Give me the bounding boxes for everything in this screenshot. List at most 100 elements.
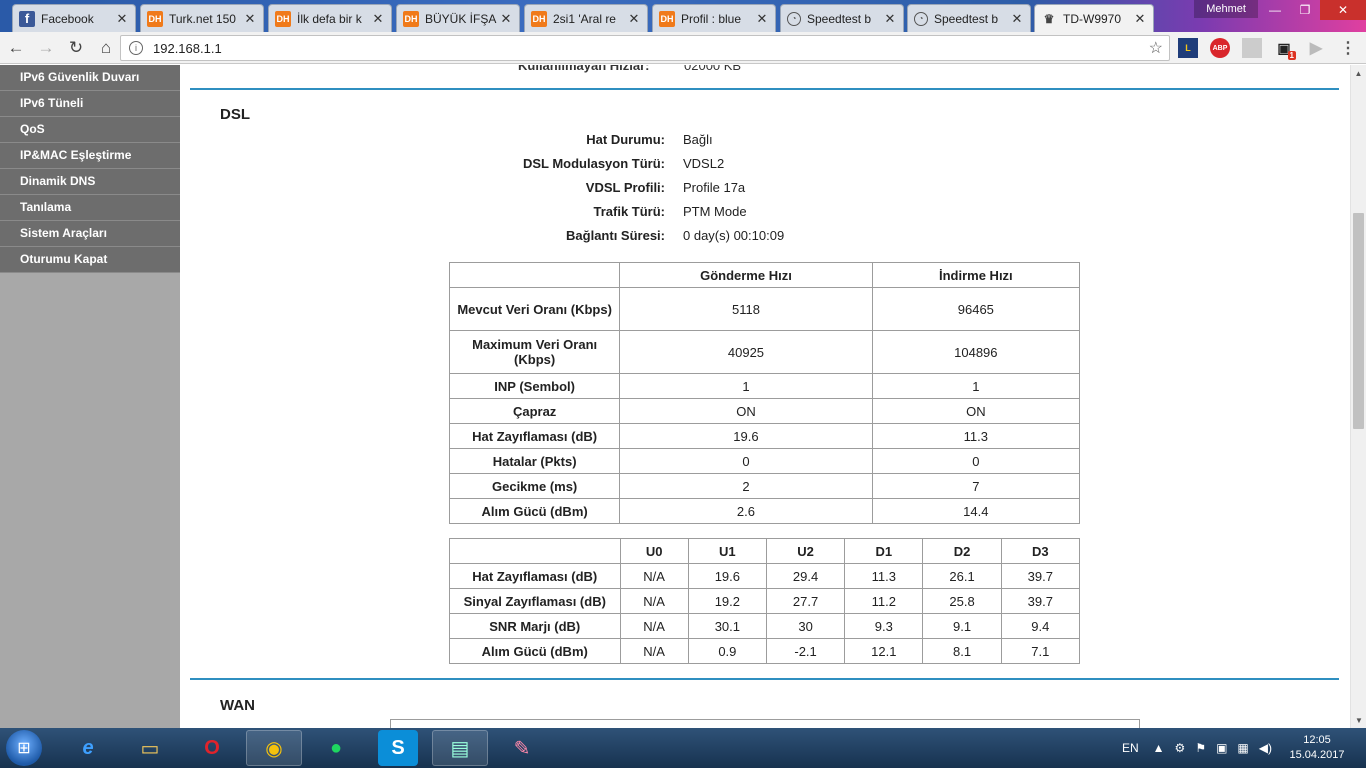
row-label: Hat Zayıflaması (dB) [449, 563, 621, 589]
sidebar-item[interactable]: IPv6 Güvenlik Duvarı [0, 65, 180, 91]
band-cell: -2.1 [765, 638, 846, 664]
dsl-section-title: DSL [220, 106, 250, 123]
tab-close-icon[interactable]: ✕ [1133, 11, 1147, 27]
profile-user-button[interactable]: Mehmet [1194, 0, 1258, 18]
sidebar-item[interactable]: Dinamik DNS [0, 169, 180, 195]
band-cell: 29.4 [765, 563, 846, 589]
tab-close-icon[interactable]: ✕ [371, 11, 385, 27]
column-header: D1 [844, 538, 924, 564]
site-info-icon[interactable]: i [129, 41, 143, 55]
browser-tab[interactable]: DH Turk.net 150 ✕ [140, 4, 264, 32]
band-cell: 30.1 [687, 613, 767, 639]
minimize-button[interactable]: — [1260, 0, 1290, 20]
browser-tab[interactable]: DH BÜYÜK İFŞA ✕ [396, 4, 520, 32]
browser-tab[interactable]: DH Profil : blue ✕ [652, 4, 776, 32]
close-window-button[interactable]: ✕ [1320, 0, 1366, 20]
tab-close-icon[interactable]: ✕ [499, 11, 513, 27]
clock[interactable]: 12:05 15.04.2017 [1282, 733, 1352, 763]
opera-icon[interactable]: O [184, 730, 240, 766]
sidebar-item[interactable]: Sistem Araçları [0, 221, 180, 247]
network-icon[interactable]: ▦ [1237, 741, 1248, 755]
band-cell: 39.7 [1000, 563, 1081, 589]
field-label: Hat Durumu: [586, 132, 665, 147]
back-button[interactable]: ← [2, 34, 30, 62]
dsl-field-row: Hat Durumu: Bağlı [180, 128, 1350, 152]
internet-explorer-icon[interactable]: e [60, 730, 116, 766]
band-cell: 19.6 [687, 563, 767, 589]
band-cell: 8.1 [922, 638, 1002, 664]
browser-tab[interactable]: DH 2si1 'Aral re ✕ [524, 4, 648, 32]
browser-tab[interactable]: ◔ Speedtest b ✕ [780, 4, 904, 32]
clock-date: 15.04.2017 [1289, 749, 1345, 761]
tab-close-icon[interactable]: ✕ [755, 11, 769, 27]
tab-close-icon[interactable]: ✕ [243, 11, 257, 27]
cell-up: 19.6 [619, 423, 873, 449]
tab-close-icon[interactable]: ✕ [1010, 11, 1024, 27]
sidebar-item[interactable]: QoS [0, 117, 180, 143]
skype-icon[interactable]: S [378, 730, 418, 766]
wan-section-title: WAN [220, 697, 255, 714]
tab-title: 2si1 'Aral re [553, 11, 616, 26]
system-tray: EN ▲ ⚙ ⚑ ▣ ▦ ◀) 12:05 15.04.2017 [1122, 728, 1366, 768]
url-text: 192.168.1.1 [153, 40, 222, 56]
spotify-icon[interactable]: ● [308, 730, 364, 766]
browser-tab[interactable]: f Facebook ✕ [12, 4, 136, 32]
address-bar[interactable]: i 192.168.1.1 ☆ [120, 35, 1170, 61]
page-scrollbar[interactable]: ▲ ▼ [1350, 65, 1366, 728]
field-label: Trafik Türü: [593, 204, 665, 219]
extension-grey-icon[interactable] [1242, 38, 1262, 58]
chrome-icon[interactable]: ◉ [246, 730, 302, 766]
language-indicator[interactable]: EN [1122, 741, 1139, 755]
file-explorer-icon[interactable]: ▭ [122, 730, 178, 766]
tray-app-icon[interactable]: ⚙ [1175, 741, 1186, 755]
sidebar-item[interactable]: IPv6 Tüneli [0, 91, 180, 117]
section-divider [190, 88, 1339, 90]
field-value: Profile 17a [683, 180, 746, 195]
row-label: Çapraz [448, 398, 621, 424]
band-cell: 11.2 [844, 588, 924, 614]
home-button[interactable]: ⌂ [92, 34, 120, 62]
paint-icon[interactable]: ✎ [494, 730, 550, 766]
maximize-button[interactable]: ❐ [1290, 0, 1320, 20]
forward-button[interactable]: → [32, 34, 60, 62]
column-header: Gönderme Hızı [619, 262, 873, 288]
dh-icon: DH [659, 10, 675, 27]
bookmark-star-icon[interactable]: ☆ [1149, 38, 1163, 58]
dh-icon: DH [531, 10, 547, 27]
sidebar-item[interactable]: Oturumu Kapat [0, 247, 180, 273]
scroll-up-icon[interactable]: ▲ [1351, 65, 1366, 81]
adblock-plus-icon[interactable]: ABP [1210, 38, 1230, 58]
browser-tab[interactable]: ♛ TD-W9970 ✕ [1034, 4, 1154, 32]
table-row: Gecikme (ms) 2 7 [448, 473, 1081, 499]
extension-badge-icon[interactable]: ▣ 1 [1274, 38, 1296, 60]
play-extension-icon[interactable]: ▶ [1306, 38, 1326, 58]
scroll-down-icon[interactable]: ▼ [1351, 712, 1366, 728]
sidebar-item[interactable]: Tanılama [0, 195, 180, 221]
tray-device-icon[interactable]: ▣ [1216, 741, 1227, 755]
extension-l-icon[interactable]: L [1178, 38, 1198, 58]
browser-tab[interactable]: ◔ Speedtest b ✕ [907, 4, 1031, 32]
tab-close-icon[interactable]: ✕ [883, 11, 897, 27]
sidebar-item[interactable]: IP&MAC Eşleştirme [0, 143, 180, 169]
column-header: U2 [765, 538, 846, 564]
tab-close-icon[interactable]: ✕ [627, 11, 641, 27]
row-label: Alım Gücü (dBm) [448, 498, 621, 524]
volume-icon[interactable]: ◀) [1259, 741, 1272, 755]
action-center-icon[interactable]: ⚑ [1195, 741, 1206, 755]
browser-toolbar: ← → ↻ ⌂ i 192.168.1.1 ☆ [0, 32, 1366, 64]
reload-button[interactable]: ↻ [62, 34, 90, 62]
browser-tab[interactable]: DH İlk defa bir k ✕ [268, 4, 392, 32]
chrome-menu-icon[interactable]: ⋮ [1338, 38, 1358, 58]
dsl-field-row: Bağlantı Süresi: 0 day(s) 00:10:09 [180, 224, 1350, 248]
tab-close-icon[interactable]: ✕ [115, 11, 129, 27]
row-label: INP (Sembol) [448, 373, 621, 399]
clipped-label: Kullanılmayan Hızlar: [518, 65, 650, 73]
start-button[interactable]: ⊞ [6, 730, 42, 766]
field-value: VDSL2 [683, 156, 725, 171]
tray-expand-icon[interactable]: ▲ [1153, 741, 1165, 755]
table-row: Sinyal Zayıflaması (dB) N/A 19.2 27.7 11.2 25… [449, 588, 1081, 614]
band-cell: N/A [619, 613, 689, 639]
task-manager-icon[interactable]: ▤ [432, 730, 488, 766]
router-sidebar: IPv6 Güvenlik Duvarı IPv6 Tüneli QoS IP&MAC… [0, 65, 180, 728]
scroll-thumb[interactable] [1353, 213, 1364, 429]
